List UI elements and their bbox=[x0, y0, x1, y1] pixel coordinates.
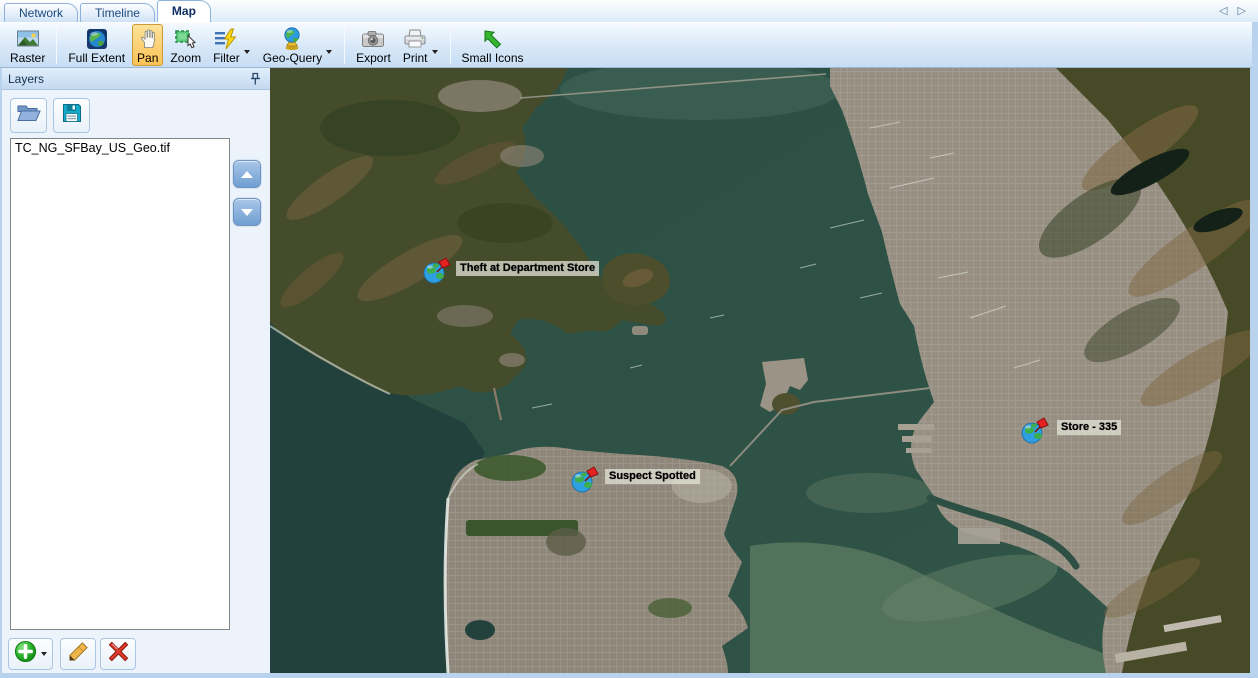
globe-pushpin-icon bbox=[570, 465, 600, 495]
geo-query-label: Geo-Query bbox=[263, 51, 322, 65]
auto-hide-pin-icon[interactable] bbox=[250, 72, 261, 86]
edit-pencil-icon bbox=[67, 640, 90, 668]
tab-timeline[interactable]: Timeline bbox=[80, 3, 155, 22]
map-marker-theft-label: Theft at Department Store bbox=[456, 261, 599, 276]
layers-listbox[interactable]: TC_NG_SFBay_US_Geo.tif bbox=[10, 138, 230, 630]
pan-hand-icon bbox=[138, 26, 158, 51]
small-icons-arrow-icon bbox=[482, 26, 504, 51]
full-extent-globe-icon bbox=[86, 26, 108, 51]
tab-timeline-label: Timeline bbox=[95, 6, 140, 20]
raster-icon bbox=[16, 26, 40, 51]
map-marker-suspect[interactable] bbox=[570, 465, 600, 495]
filter-button[interactable]: Filter bbox=[208, 24, 256, 66]
full-extent-button[interactable]: Full Extent bbox=[63, 24, 130, 66]
print-dropdown-arrow-icon[interactable] bbox=[432, 50, 438, 54]
move-down-icon bbox=[241, 209, 253, 216]
tab-network[interactable]: Network bbox=[4, 3, 78, 22]
tab-map-label: Map bbox=[172, 4, 196, 18]
layers-panel-header: Layers bbox=[2, 68, 270, 90]
delete-x-icon bbox=[107, 640, 130, 668]
tab-strip: Network Timeline Map ◁ ▷ bbox=[0, 0, 1258, 22]
zoom-button[interactable]: Zoom bbox=[165, 24, 206, 66]
pan-button[interactable]: Pan bbox=[132, 24, 163, 66]
edit-layer-button[interactable] bbox=[60, 638, 96, 670]
map-marker-theft[interactable] bbox=[422, 256, 452, 286]
print-label: Print bbox=[403, 51, 428, 65]
toolbar-separator bbox=[56, 26, 57, 64]
map-marker-suspect-label: Suspect Spotted bbox=[605, 469, 700, 484]
camera-icon bbox=[361, 26, 385, 51]
filter-dropdown-arrow-icon[interactable] bbox=[244, 50, 250, 54]
filter-lightning-icon bbox=[214, 26, 238, 51]
toolbar-separator bbox=[450, 26, 451, 64]
save-floppy-icon bbox=[61, 102, 83, 129]
export-button[interactable]: Export bbox=[351, 24, 396, 66]
add-layer-button[interactable] bbox=[8, 638, 53, 670]
filter-label: Filter bbox=[213, 51, 240, 65]
move-up-icon bbox=[241, 171, 253, 178]
delete-layer-button[interactable] bbox=[100, 638, 136, 670]
geo-query-button[interactable]: Geo-Query bbox=[258, 24, 338, 66]
zoom-label: Zoom bbox=[170, 51, 201, 65]
add-layer-plus-icon bbox=[14, 640, 37, 668]
add-layer-dropdown-arrow-icon[interactable] bbox=[41, 652, 47, 656]
map-marker-store-label: Store - 335 bbox=[1057, 420, 1121, 435]
open-folder-icon bbox=[16, 102, 42, 129]
application-window: Network Timeline Map ◁ ▷ Raster bbox=[0, 0, 1258, 678]
map-toolbar: Raster Full Extent bbox=[0, 22, 1252, 68]
save-layers-button[interactable] bbox=[53, 98, 90, 133]
export-label: Export bbox=[356, 51, 391, 65]
globe-pushpin-icon bbox=[422, 256, 452, 286]
open-layer-file-button[interactable] bbox=[10, 98, 47, 133]
geo-query-dropdown-arrow-icon[interactable] bbox=[326, 50, 332, 54]
map-marker-store[interactable] bbox=[1020, 416, 1050, 446]
print-button[interactable]: Print bbox=[398, 24, 444, 66]
layer-list-item[interactable]: TC_NG_SFBay_US_Geo.tif bbox=[11, 139, 229, 157]
printer-icon bbox=[403, 26, 427, 51]
tab-network-label: Network bbox=[19, 6, 63, 20]
toolbar-separator bbox=[344, 26, 345, 64]
move-layer-down-button[interactable] bbox=[233, 198, 261, 226]
layers-panel-title: Layers bbox=[8, 72, 44, 86]
raster-label: Raster bbox=[10, 51, 45, 65]
tab-scroll-buttons: ◁ ▷ bbox=[1212, 4, 1246, 17]
zoom-select-icon bbox=[174, 26, 198, 51]
pan-label: Pan bbox=[137, 51, 158, 65]
tab-scroll-right-icon[interactable]: ▷ bbox=[1238, 5, 1246, 17]
tab-scroll-left-icon[interactable]: ◁ bbox=[1219, 5, 1227, 17]
small-icons-label: Small Icons bbox=[462, 51, 524, 65]
move-layer-up-button[interactable] bbox=[233, 160, 261, 188]
small-icons-button[interactable]: Small Icons bbox=[457, 24, 529, 66]
globe-pushpin-icon bbox=[1020, 416, 1050, 446]
map-canvas[interactable]: Theft at Department Store Suspect Spotte… bbox=[270, 68, 1250, 673]
tab-map[interactable]: Map bbox=[157, 0, 211, 22]
full-extent-label: Full Extent bbox=[68, 51, 125, 65]
geo-query-globe-icon bbox=[281, 26, 303, 51]
raster-button[interactable]: Raster bbox=[5, 24, 50, 66]
satellite-map-image bbox=[270, 68, 1250, 673]
layers-panel: Layers bbox=[2, 68, 270, 673]
